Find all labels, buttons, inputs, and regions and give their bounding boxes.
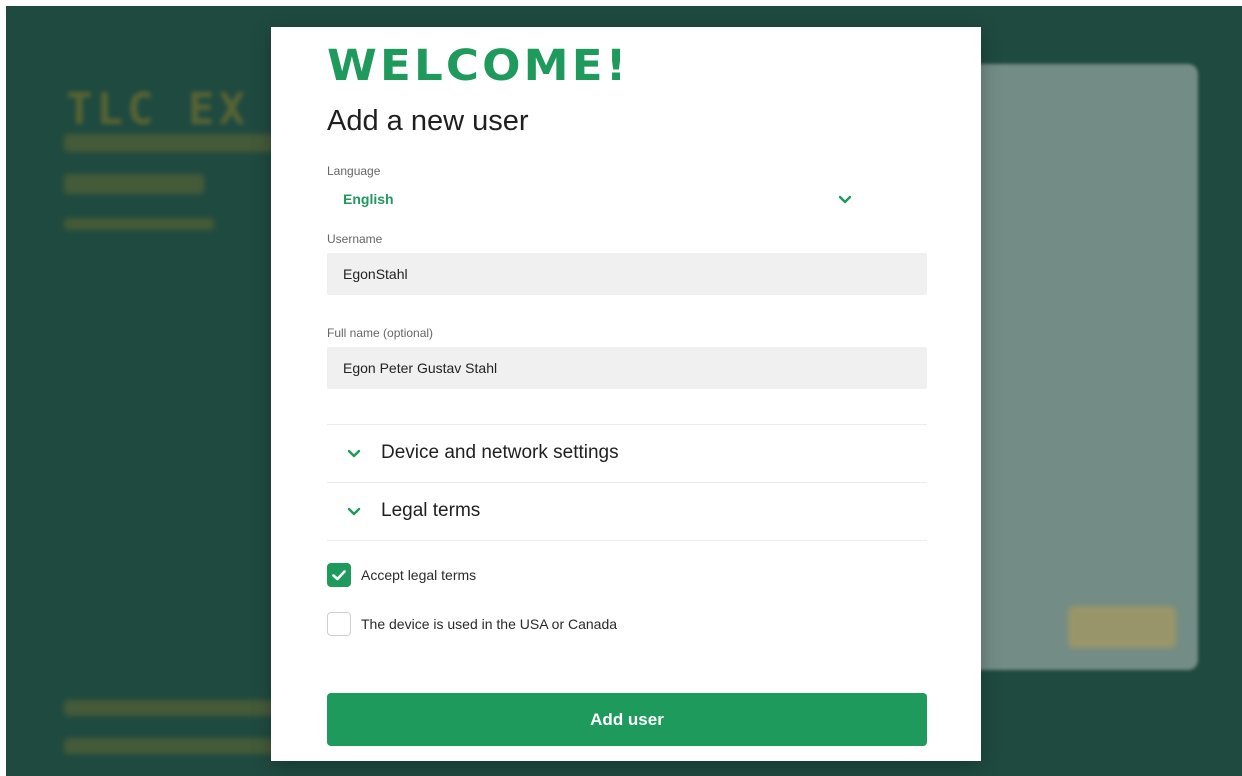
background-blurred-text (64, 134, 274, 152)
accept-legal-terms-label: Accept legal terms (361, 567, 477, 583)
chevron-down-icon (838, 195, 852, 204)
background-blurred-text (64, 218, 214, 230)
chevron-down-icon (347, 449, 361, 458)
checkmark-icon (332, 570, 346, 581)
accept-legal-terms-row[interactable]: Accept legal terms (327, 563, 627, 589)
add-user-dialog: WELCOME! Add a new user Language English… (271, 27, 981, 761)
usa-canada-row[interactable]: The device is used in the USA or Canada (327, 612, 727, 638)
divider (327, 424, 927, 425)
full-name-input[interactable] (327, 347, 927, 389)
background-blurred-title: TLC EX (66, 84, 249, 135)
language-label: Language (327, 164, 381, 178)
background-blurred-button (1068, 606, 1176, 648)
language-select[interactable]: English (327, 187, 867, 213)
device-network-settings-label: Device and network settings (381, 442, 619, 463)
divider (327, 482, 927, 483)
language-value: English (343, 191, 394, 207)
background-blurred-text (64, 174, 204, 194)
username-input[interactable] (327, 253, 927, 295)
background-blurred-text (64, 738, 274, 754)
device-network-settings-toggle[interactable]: Device and network settings (327, 433, 927, 473)
legal-terms-toggle[interactable]: Legal terms (327, 491, 927, 531)
usa-canada-label: The device is used in the USA or Canada (361, 616, 618, 632)
chevron-down-icon (347, 507, 361, 516)
usa-canada-checkbox[interactable] (327, 612, 351, 636)
divider (327, 540, 927, 541)
welcome-logo: WELCOME! (327, 41, 630, 91)
legal-terms-label: Legal terms (381, 500, 481, 521)
dialog-title: Add a new user (327, 105, 529, 137)
accept-legal-terms-checkbox[interactable] (327, 563, 351, 587)
full-name-label: Full name (optional) (327, 326, 434, 340)
add-user-button[interactable]: Add user (327, 693, 927, 746)
background-blurred-panel (966, 64, 1198, 670)
username-label: Username (327, 232, 383, 246)
background-blurred-text (64, 700, 274, 716)
